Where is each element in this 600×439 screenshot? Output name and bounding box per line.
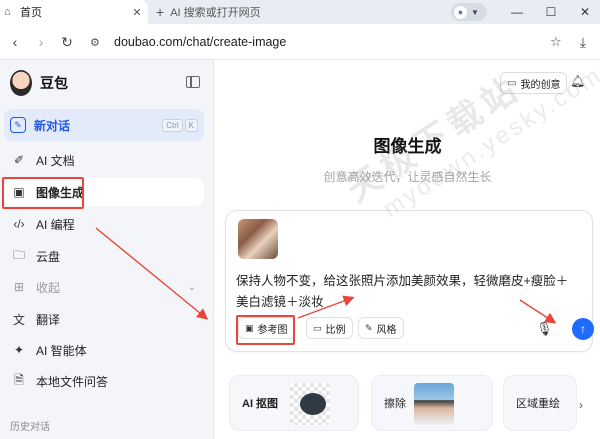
sidebar-item-label: 收起 bbox=[36, 280, 61, 295]
arrow-up-icon: ↑ bbox=[580, 322, 586, 336]
browser-tab-bar: ⌂ 首页 ✕ + AI 搜索或打开网页 ● ▼ — ☐ ✕ bbox=[0, 0, 600, 24]
sparkle-icon: ✦ bbox=[13, 343, 25, 357]
sidebar-item-label: 云盘 bbox=[36, 249, 61, 264]
tool-card-ai-cutout[interactable]: AI 抠图 bbox=[229, 375, 359, 431]
site-settings-icon[interactable]: ⚙ bbox=[90, 36, 106, 49]
sidebar-item-cloud-drive[interactable]: 🗀 云盘 bbox=[4, 242, 204, 270]
chip-label: 比例 bbox=[325, 324, 346, 336]
card-label: 擦除 bbox=[384, 398, 406, 410]
ratio-icon: ▭ bbox=[313, 322, 322, 333]
translate-icon: 文 bbox=[12, 312, 25, 327]
sidebar-item-label: AI 智能体 bbox=[36, 343, 87, 358]
bell-icon[interactable]: 🔔︎ bbox=[570, 74, 585, 90]
my-creative-label: 我的创意 bbox=[520, 79, 561, 91]
tool-card-region-redraw[interactable]: 区域重绘 bbox=[503, 375, 577, 431]
profile-button[interactable]: ● ▼ bbox=[451, 3, 487, 21]
my-creative-button[interactable]: ▭ 我的创意 bbox=[500, 72, 568, 94]
brand-name: 豆包 bbox=[40, 75, 68, 91]
close-tab-icon[interactable]: ✕ bbox=[130, 6, 144, 19]
browser-tab-home[interactable]: ⌂ 首页 ✕ bbox=[0, 0, 148, 24]
new-tab-button[interactable]: + AI 搜索或打开网页 bbox=[156, 0, 261, 24]
reload-icon[interactable]: ↻ bbox=[58, 33, 76, 51]
card-label: 区域重绘 bbox=[516, 398, 560, 410]
page-subtitle: 创意高效迭代，让灵感自然生长 bbox=[323, 170, 492, 184]
back-icon[interactable]: ‹ bbox=[6, 33, 24, 51]
page-title: 图像生成 bbox=[373, 137, 442, 156]
sidebar-item-label: AI 编程 bbox=[36, 217, 75, 232]
sidebar-item-translate[interactable]: 文 翻译 bbox=[4, 305, 204, 333]
home-tab-icon: ⌂ bbox=[4, 6, 11, 18]
sidebar-item-label: AI 文档 bbox=[36, 153, 75, 168]
browser-toolbar: ‹ › ↻ ⚙ doubao.com/chat/create-image ☆ ⤓ bbox=[0, 24, 600, 60]
grid-icon: ⊞ bbox=[13, 280, 25, 294]
tab-label: 首页 bbox=[20, 7, 42, 19]
pen-icon: ✐ bbox=[13, 153, 25, 167]
sidebar-item-collapse[interactable]: ⊞ 收起 ⌄ bbox=[4, 273, 204, 301]
chevron-down-icon: ▼ bbox=[471, 7, 479, 17]
new-chat-icon: ✎ bbox=[10, 117, 26, 133]
sidebar-toggle-icon[interactable] bbox=[186, 76, 200, 88]
erase-sample-image bbox=[414, 383, 454, 425]
file-search-icon: 🗎 bbox=[14, 372, 24, 387]
brand[interactable]: 豆包 bbox=[10, 70, 68, 96]
forward-icon[interactable]: › bbox=[32, 33, 50, 51]
doubao-logo-icon bbox=[10, 70, 32, 96]
sidebar-item-local-file-qa[interactable]: 🗎 本地文件问答 bbox=[4, 367, 204, 395]
send-button[interactable]: ↑ bbox=[572, 318, 594, 340]
minimize-icon[interactable]: — bbox=[502, 0, 532, 24]
brush-icon: ✎ bbox=[365, 322, 373, 333]
maximize-icon[interactable]: ☐ bbox=[536, 0, 566, 24]
download-icon[interactable]: ⤓ bbox=[574, 33, 592, 51]
sidebar-item-ai-agent[interactable]: ✦ AI 智能体 bbox=[4, 336, 204, 364]
plus-icon: + bbox=[156, 4, 165, 20]
sidebar-item-label: 本地文件问答 bbox=[36, 374, 109, 389]
tool-card-erase[interactable]: 擦除 bbox=[371, 375, 493, 431]
avatar-icon: ● bbox=[454, 5, 467, 19]
sidebar-item-ai-coding[interactable]: ‹/› AI 编程 bbox=[4, 210, 204, 238]
address-bar[interactable]: ⚙ doubao.com/chat/create-image ☆ bbox=[84, 29, 568, 55]
bookmark-star-icon[interactable]: ☆ bbox=[550, 34, 566, 50]
history-heading: 历史对话 bbox=[10, 422, 50, 433]
card-label: AI 抠图 bbox=[242, 398, 279, 410]
microphone-icon[interactable]: 🎙︎ bbox=[536, 321, 553, 337]
folder-icon: ▭ bbox=[507, 77, 517, 89]
cutout-sample-image bbox=[290, 383, 330, 425]
style-chip[interactable]: ✎ 风格 bbox=[358, 317, 404, 339]
sidebar-item-ai-docs[interactable]: ✐ AI 文档 bbox=[4, 146, 204, 174]
prompt-input[interactable]: 保持人物不变，给这张照片添加美颜效果，轻微磨皮+瘦脸＋美白滤镜＋淡妆 bbox=[236, 271, 576, 313]
sidebar: 豆包 ✎ 新对话 Ctrl K ✐ AI 文档 ▣ 图像生成 ‹/› AI 编程 … bbox=[0, 60, 214, 439]
code-icon: ‹/› bbox=[13, 217, 25, 231]
sidebar-item-label: 翻译 bbox=[36, 312, 61, 327]
url-text: doubao.com/chat/create-image bbox=[114, 35, 287, 49]
new-tab-label: AI 搜索或打开网页 bbox=[170, 7, 261, 19]
chevron-down-icon: ⌄ bbox=[187, 281, 196, 293]
new-chat-label: 新对话 bbox=[34, 118, 71, 133]
reference-image-thumbnail[interactable] bbox=[238, 219, 278, 259]
aspect-ratio-chip[interactable]: ▭ 比例 bbox=[306, 317, 353, 339]
chip-label: 风格 bbox=[376, 324, 397, 336]
shortcut-hint: Ctrl K bbox=[162, 118, 198, 132]
close-window-icon[interactable]: ✕ bbox=[570, 0, 600, 24]
folder-icon: 🗀 bbox=[12, 247, 25, 262]
new-chat-button[interactable]: ✎ 新对话 Ctrl K bbox=[4, 109, 204, 141]
chevron-right-icon[interactable]: › bbox=[579, 398, 583, 412]
main-panel: ▭ 我的创意 🔔︎ 图像生成 创意高效迭代，让灵感自然生长 保持人物不变，给这张… bbox=[215, 60, 600, 439]
annotation-highlight-box bbox=[236, 315, 295, 345]
annotation-highlight-box bbox=[2, 177, 84, 209]
